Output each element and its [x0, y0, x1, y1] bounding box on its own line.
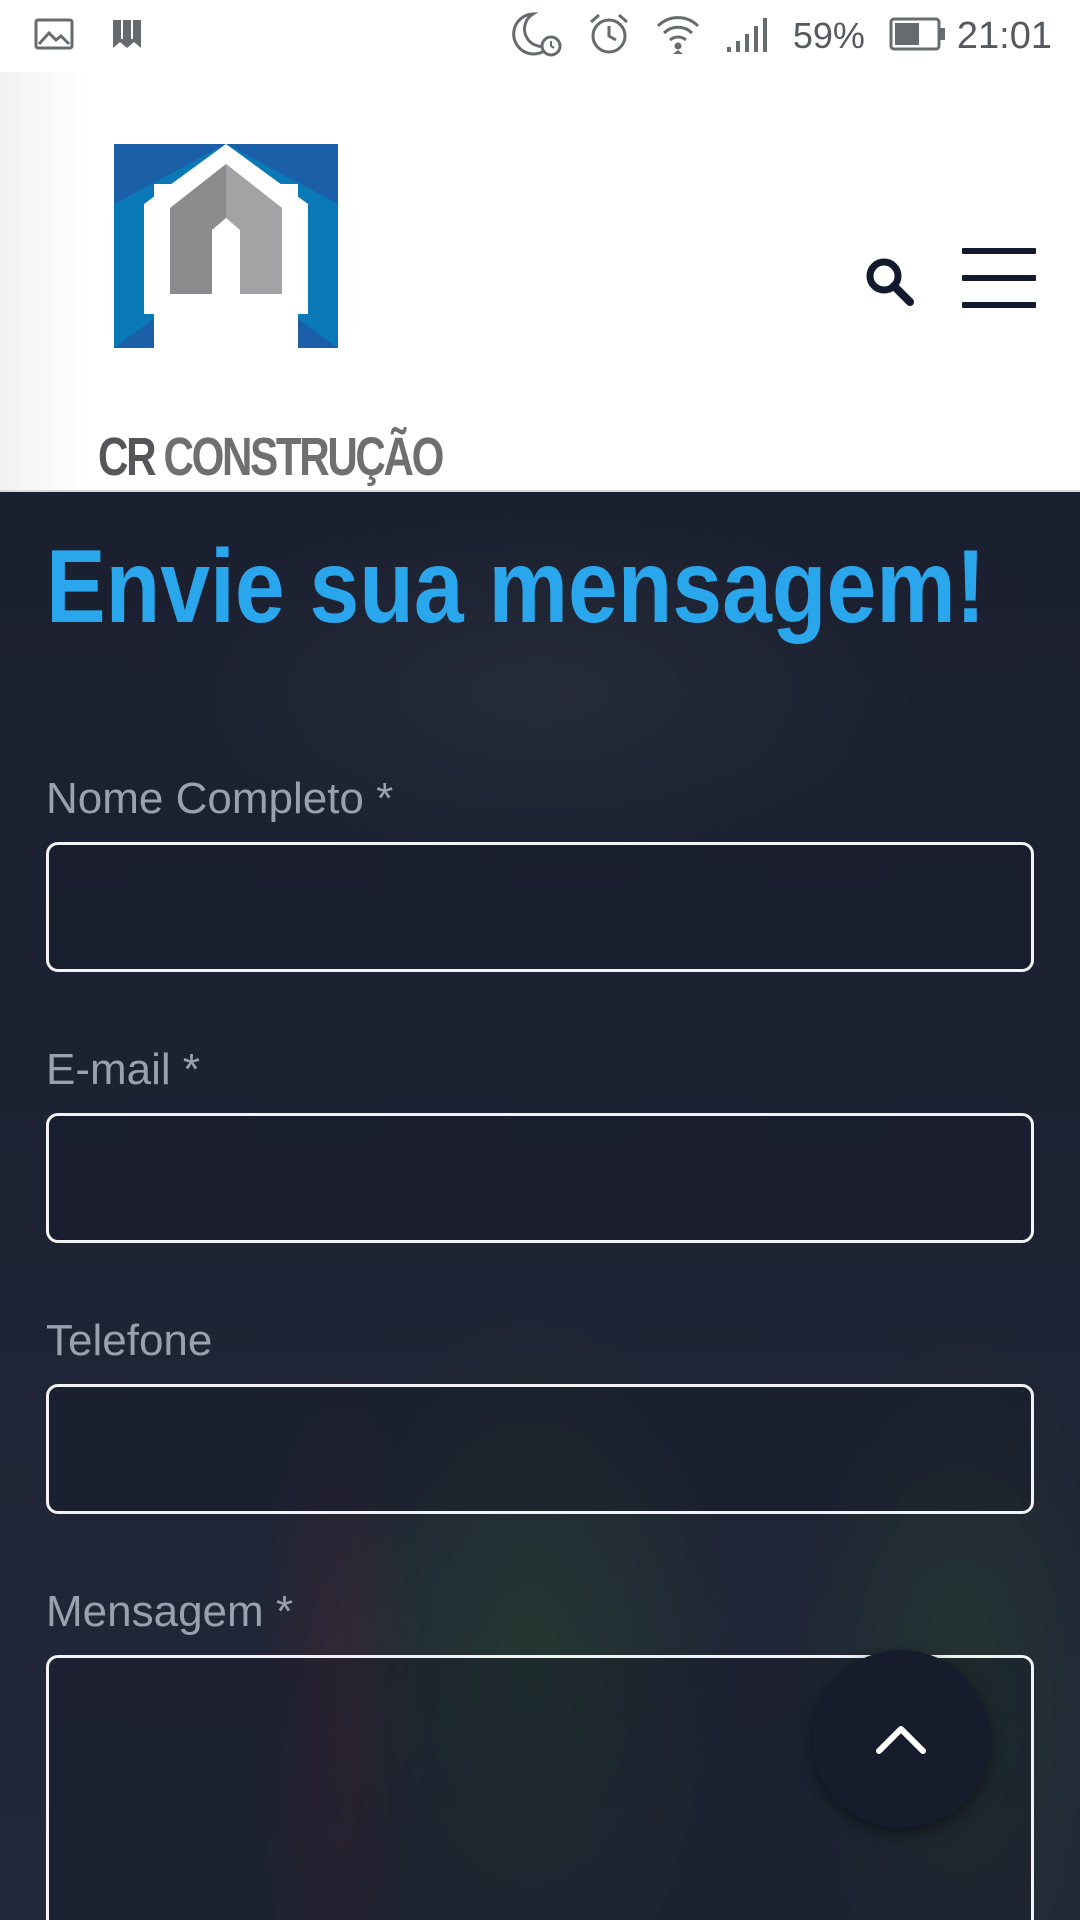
wifi-icon	[655, 12, 701, 61]
logo-house-icon	[114, 144, 338, 348]
name-input[interactable]	[46, 842, 1034, 972]
menu-button[interactable]	[962, 248, 1036, 308]
logo-text: CR CONSTRUÇÃO	[98, 427, 444, 487]
chevron-up-icon	[876, 1726, 926, 1754]
site-logo[interactable]: CR CONSTRUÇÃO	[98, 144, 444, 487]
status-bar: 59% 21:01	[0, 0, 1080, 72]
search-icon	[866, 258, 914, 306]
phone-label: Telefone	[46, 1316, 213, 1365]
clock: 21:01	[956, 14, 1052, 57]
form-title: Envie sua mensagem!	[46, 529, 986, 645]
moon-alarm-icon	[511, 10, 563, 63]
alarm-icon	[587, 12, 631, 61]
phone-input[interactable]	[46, 1384, 1034, 1514]
name-label: Nome Completo *	[46, 774, 394, 823]
site-header: CR CONSTRUÇÃO	[0, 72, 1080, 492]
email-input[interactable]	[46, 1113, 1034, 1243]
battery-percent: 59%	[792, 15, 865, 56]
signal-icon	[725, 15, 769, 58]
battery-icon	[889, 17, 947, 56]
status-bar-right: 59% 21:01	[487, 10, 1052, 63]
bookmark-icon	[110, 17, 144, 56]
hamburger-menu-icon	[962, 248, 1036, 308]
status-bar-left	[34, 17, 180, 56]
email-label: E-mail *	[46, 1045, 201, 1094]
image-icon	[34, 18, 74, 55]
back-to-top-button[interactable]	[812, 1650, 990, 1828]
search-button[interactable]	[864, 256, 916, 308]
message-label: Mensagem *	[46, 1587, 294, 1636]
